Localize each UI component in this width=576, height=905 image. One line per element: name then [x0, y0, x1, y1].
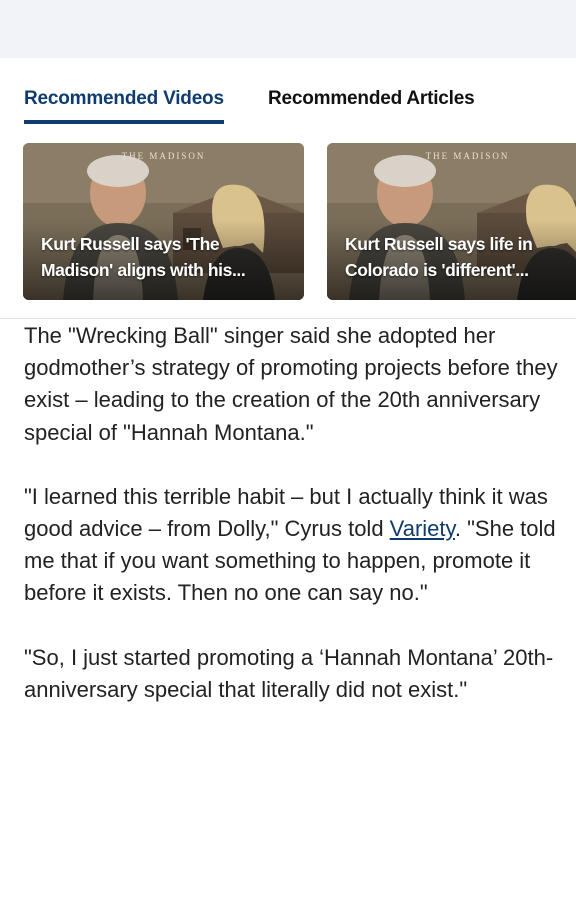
article-paragraph: "So, I just started promoting a ‘Hannah … — [24, 644, 554, 702]
tab-recommended-articles[interactable]: Recommended Articles — [268, 88, 475, 110]
section-divider — [0, 318, 576, 319]
article-body: The "Wrecking Ball" singer said she adop… — [24, 320, 564, 738]
top-band — [0, 0, 576, 58]
video-card[interactable]: THE MADISON Kurt Russell says 'The Madis… — [23, 143, 304, 300]
article-paragraph: "I learned this terrible habit – but I a… — [24, 481, 564, 610]
article-paragraph: The "Wrecking Ball" singer said she adop… — [24, 323, 558, 445]
video-carousel: THE MADISON Kurt Russell says 'The Madis… — [0, 143, 576, 301]
variety-link[interactable]: Variety — [390, 516, 455, 541]
show-logo: THE MADISON — [121, 151, 206, 161]
show-logo: THE MADISON — [425, 151, 510, 161]
video-card[interactable]: THE MADISON Kurt Russell says life in Co… — [327, 143, 576, 300]
tab-recommended-videos[interactable]: Recommended Videos — [24, 88, 224, 110]
active-tab-indicator — [24, 120, 224, 124]
recommendation-tabs: Recommended Videos Recommended Articles — [0, 58, 576, 128]
video-title: Kurt Russell says 'The Madison' aligns w… — [41, 234, 246, 280]
video-title: Kurt Russell says life in Colorado is 'd… — [345, 234, 533, 280]
